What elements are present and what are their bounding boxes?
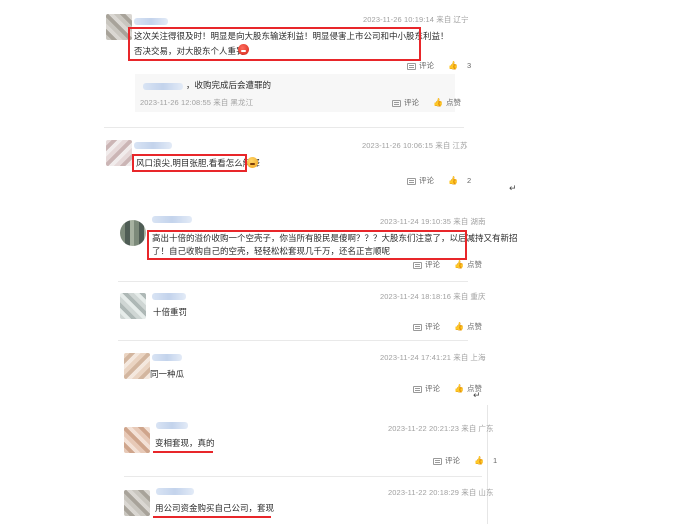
location: 江苏 — [452, 141, 468, 150]
comment-meta: 2023-11-24 19:10:35 来自 湖南 — [380, 216, 486, 227]
username-blurred[interactable] — [152, 354, 182, 361]
source-label: 来自 — [461, 424, 477, 433]
comment-icon[interactable] — [407, 177, 416, 185]
comment-icon[interactable] — [392, 99, 401, 107]
avatar[interactable] — [124, 353, 150, 379]
reply-button[interactable]: 评论 — [425, 383, 440, 394]
divider — [104, 127, 464, 128]
divider — [118, 340, 468, 341]
highlight-box — [147, 230, 467, 260]
comment-actions: 评论 👍 点赞 — [413, 383, 482, 394]
thumbs-up-icon[interactable]: 👍 — [454, 260, 464, 269]
thumbs-up-icon[interactable]: 👍 — [454, 322, 464, 331]
divider — [124, 476, 482, 477]
like-count[interactable]: 1 — [493, 456, 497, 465]
divider — [118, 281, 468, 282]
comment-meta: 2023-11-22 20:18:29 来自 山东 — [388, 487, 494, 498]
comment-icon[interactable] — [413, 323, 422, 331]
highlight-box — [128, 27, 421, 61]
like-button[interactable]: 点赞 — [446, 97, 461, 108]
thumbs-up-icon[interactable]: 👍 — [454, 384, 464, 393]
avatar[interactable] — [124, 490, 150, 516]
thumbs-up-icon[interactable]: 👍 — [448, 61, 458, 70]
source-label: 来自 — [436, 15, 452, 24]
thumbs-up-icon[interactable]: 👍 — [448, 176, 458, 185]
comment-meta: 2023-11-22 20:21:23 来自 广东 — [388, 423, 494, 434]
reply-button[interactable]: 评论 — [425, 321, 440, 332]
thumbs-up-icon[interactable]: 👍 — [433, 98, 443, 107]
source-label: 来自 — [453, 353, 469, 362]
comment-icon[interactable] — [407, 62, 416, 70]
comment-actions: 评论 👍 2 — [407, 175, 471, 186]
timestamp: 2023-11-26 12:08:55 — [140, 98, 211, 107]
timestamp: 2023-11-22 20:21:23 — [388, 424, 459, 433]
username-blurred[interactable] — [156, 422, 188, 429]
username-blurred[interactable] — [134, 18, 168, 25]
source-label: 来自 — [453, 217, 469, 226]
paragraph-mark: ↵ — [509, 183, 517, 193]
source-label: 来自 — [435, 141, 451, 150]
location: 黑龙江 — [230, 98, 254, 107]
reply-text: ，收购完成后会遭罪的 — [186, 80, 272, 90]
reply-actions: 评论 👍 点赞 — [392, 97, 461, 108]
like-count[interactable]: 2 — [467, 176, 471, 185]
reply-button[interactable]: 评论 — [425, 259, 440, 270]
comment-meta: 2023-11-26 10:06:15 来自 江苏 — [362, 140, 468, 151]
comment-icon[interactable] — [413, 261, 422, 269]
username-blurred[interactable] — [156, 488, 194, 495]
thumbs-up-icon[interactable]: 👍 — [474, 456, 484, 465]
username-blurred[interactable] — [152, 293, 186, 300]
highlight-box — [132, 154, 247, 172]
reply-username-blurred[interactable] — [143, 83, 183, 90]
timestamp: 2023-11-24 17:41:21 — [380, 353, 451, 362]
source-label: 来自 — [213, 98, 229, 107]
comment-meta: 2023-11-24 18:18:16 来自 重庆 — [380, 291, 486, 302]
timestamp: 2023-11-22 20:18:29 — [388, 488, 459, 497]
highlight-underline — [153, 516, 271, 518]
comment-icon[interactable] — [413, 385, 422, 393]
timestamp: 2023-11-24 19:10:35 — [380, 217, 451, 226]
comment-icon[interactable] — [433, 457, 442, 465]
timestamp: 2023-11-26 10:06:15 — [362, 141, 433, 150]
comment-actions: 评论 👍 3 — [407, 60, 471, 71]
username-blurred[interactable] — [152, 216, 192, 223]
comment-text: 用公司资金购买自己公司，套现 — [155, 503, 275, 513]
comment-text: 变相套现，真的 — [155, 438, 215, 448]
comment-actions: 评论 👍 1 — [433, 455, 497, 466]
username-blurred[interactable] — [134, 142, 172, 149]
grin-emoji-icon — [247, 157, 258, 168]
reply-button[interactable]: 评论 — [419, 175, 434, 186]
reply-button[interactable]: 评论 — [419, 60, 434, 71]
reply-button[interactable]: 评论 — [445, 455, 460, 466]
like-count[interactable]: 3 — [467, 61, 471, 70]
source-label: 来自 — [453, 292, 469, 301]
location: 广东 — [478, 424, 494, 433]
like-button[interactable]: 点赞 — [467, 321, 482, 332]
avatar[interactable] — [106, 140, 132, 166]
comment-text: 同一种瓜 — [150, 369, 185, 379]
avatar[interactable] — [120, 220, 146, 246]
timestamp: 2023-11-24 18:18:16 — [380, 292, 451, 301]
avatar[interactable] — [120, 293, 146, 319]
reply-meta: 2023-11-26 12:08:55 来自 黑龙江 — [140, 97, 253, 108]
timestamp: 2023-11-26 10:19:14 — [363, 15, 434, 24]
comment-text: 十倍重罚 — [153, 307, 188, 317]
location: 上海 — [470, 353, 486, 362]
comment-actions: 评论 👍 点赞 — [413, 259, 482, 270]
location: 重庆 — [470, 292, 486, 301]
source-label: 来自 — [461, 488, 477, 497]
comment-meta: 2023-11-24 17:41:21 来自 上海 — [380, 352, 486, 363]
like-button[interactable]: 点赞 — [467, 259, 482, 270]
location: 湖南 — [470, 217, 486, 226]
location: 山东 — [478, 488, 494, 497]
comment-meta: 2023-11-26 10:19:14 来自 辽宁 — [363, 14, 469, 25]
avatar[interactable] — [124, 427, 150, 453]
paragraph-mark: ↵ — [473, 390, 481, 400]
highlight-underline — [153, 451, 213, 453]
reply-button[interactable]: 评论 — [404, 97, 419, 108]
location: 辽宁 — [453, 15, 469, 24]
comment-actions: 评论 👍 点赞 — [413, 321, 482, 332]
